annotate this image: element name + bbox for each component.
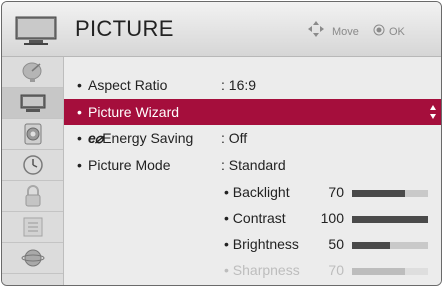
aspect-ratio-label: Aspect Ratio — [88, 77, 168, 93]
page-title: PICTURE — [75, 16, 174, 41]
sidebar-item-option[interactable] — [2, 212, 63, 243]
bullet: • — [77, 130, 82, 146]
backlight-value: 70 — [328, 184, 344, 200]
move-arrows-icon — [308, 21, 324, 37]
satellite-dish-icon — [22, 62, 41, 82]
category-sidebar — [2, 57, 64, 285]
picture-menu-window: PICTURE Move OK • Aspect Ratio: 16:9 • … — [1, 1, 442, 286]
contrast-value: 100 — [320, 210, 344, 226]
up-down-arrow-icon — [430, 105, 436, 119]
setting-sharpness[interactable]: • Sharpness 70 — [64, 257, 441, 283]
brightness-value: 50 — [328, 236, 344, 252]
setting-contrast[interactable]: • Contrast 100 — [64, 205, 441, 231]
speaker-audio-icon — [24, 123, 41, 145]
setting-backlight[interactable]: • Backlight 70 — [64, 179, 441, 205]
sidebar-item-lock[interactable] — [2, 181, 63, 212]
contrast-label: • Contrast — [224, 210, 286, 226]
backlight-slider-fill — [352, 190, 406, 197]
ok-hint-label: OK — [389, 26, 405, 38]
brightness-slider-fill — [352, 242, 390, 249]
sidebar-item-network[interactable] — [2, 243, 63, 274]
globe-network-icon — [21, 249, 44, 267]
sidebar-item-audio[interactable] — [2, 119, 63, 150]
ok-button-icon — [373, 24, 385, 36]
menu-row-picture-wizard[interactable]: • Picture Wizard — [64, 99, 441, 125]
bullet: • — [77, 157, 82, 173]
contrast-slider[interactable] — [352, 216, 428, 223]
brightness-label: • Brightness — [224, 236, 299, 252]
brightness-slider[interactable] — [352, 242, 428, 249]
aspect-ratio-value: : 16:9 — [221, 77, 257, 93]
energy-saving-text: Energy Saving — [102, 130, 194, 146]
picture-mode-label: Picture Mode — [88, 157, 171, 173]
backlight-label: • Backlight — [224, 184, 290, 200]
backlight-slider[interactable] — [352, 190, 428, 197]
tv-picture-icon — [15, 16, 57, 45]
energy-saving-label: e⌀Energy Saving — [88, 130, 193, 147]
tv-picture-icon — [20, 94, 45, 112]
sharpness-value: 70 — [328, 262, 344, 278]
menu-row-picture-mode[interactable]: • Picture Mode : Standard — [64, 152, 441, 178]
padlock-icon — [25, 185, 40, 207]
sharpness-label: • Sharpness — [224, 262, 300, 278]
sidebar-item-picture[interactable] — [2, 88, 63, 119]
sidebar-item-time[interactable] — [2, 150, 63, 181]
menu-row-energy-saving[interactable]: • e⌀Energy Saving : Off — [64, 125, 441, 151]
clock-time-icon — [22, 155, 43, 175]
sharpness-slider[interactable] — [352, 268, 428, 275]
picture-settings-list: • Aspect Ratio : 16:9 • Picture Wizard •… — [64, 57, 441, 285]
contrast-slider-fill — [352, 216, 428, 223]
energy-saving-logo: e⌀ — [88, 130, 103, 146]
bullet: • — [77, 104, 82, 120]
picture-wizard-label: Picture Wizard — [88, 104, 180, 120]
menu-row-aspect-ratio[interactable]: • Aspect Ratio : 16:9 — [64, 72, 441, 98]
option-settings-icon — [23, 217, 42, 237]
energy-saving-value: : Off — [221, 130, 248, 146]
bullet: • — [77, 77, 82, 93]
move-hint-label: Move — [332, 26, 359, 38]
sidebar-item-setup[interactable] — [2, 57, 63, 88]
picture-mode-value: : Standard — [221, 157, 286, 173]
menu-header: PICTURE Move OK — [2, 2, 441, 57]
sharpness-slider-fill — [352, 268, 406, 275]
setting-brightness[interactable]: • Brightness 50 — [64, 231, 441, 257]
